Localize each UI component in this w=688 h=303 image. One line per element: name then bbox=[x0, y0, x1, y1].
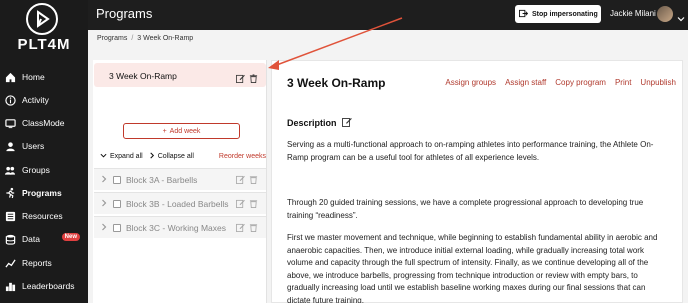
chevron-right-icon[interactable] bbox=[101, 199, 107, 209]
program-actions: Assign groups Assign staff Copy program … bbox=[445, 78, 676, 87]
runner-icon bbox=[4, 187, 16, 199]
sidebar-item-label: Programs bbox=[22, 188, 62, 198]
users-icon bbox=[4, 140, 16, 152]
collapse-all-button[interactable]: Collapse all bbox=[158, 153, 194, 160]
chevron-right-icon bbox=[149, 152, 158, 161]
stop-impersonating-label: Stop impersonating bbox=[532, 10, 598, 18]
outline-controls: Expand all Collapse all Reorder weeks bbox=[100, 152, 266, 161]
chevron-down-icon bbox=[100, 152, 110, 161]
top-bar: Programs Stop impersonating Jackie Milan… bbox=[88, 0, 688, 30]
sidebar-item-reports[interactable]: Reports bbox=[0, 252, 88, 274]
program-outline-panel: 3 Week On-Ramp + Add week Expand all Col… bbox=[93, 60, 267, 303]
new-badge: New bbox=[61, 233, 80, 241]
sidebar-item-label: Resources bbox=[22, 211, 63, 221]
info-icon bbox=[4, 94, 16, 106]
block-row[interactable]: Block 3C - Working Maxes bbox=[94, 216, 266, 238]
sidebar-item-label: Reports bbox=[22, 258, 52, 268]
sidebar-item-label: Leaderboards bbox=[22, 281, 75, 291]
sidebar-item-label: Users bbox=[22, 141, 45, 151]
main-content: Programs/3 Week On-Ramp 3 Week On-Ramp +… bbox=[88, 30, 688, 303]
sidebar-item-users[interactable]: Users bbox=[0, 135, 88, 157]
expand-all-button[interactable]: Expand all bbox=[110, 153, 143, 160]
home-icon bbox=[4, 71, 16, 83]
impersonate-icon bbox=[519, 9, 529, 20]
edit-icon[interactable] bbox=[341, 117, 352, 129]
leaderboards-icon bbox=[4, 280, 16, 292]
sidebar-item-label: Home bbox=[22, 72, 45, 82]
sidebar-item-groups[interactable]: Groups bbox=[0, 159, 88, 181]
chevron-right-icon[interactable] bbox=[101, 175, 107, 185]
avatar[interactable] bbox=[657, 6, 673, 22]
sidebar-item-label: Activity bbox=[22, 95, 49, 105]
assign-staff-link[interactable]: Assign staff bbox=[505, 78, 546, 87]
unpublish-link[interactable]: Unpublish bbox=[640, 78, 676, 87]
sidebar-item-label: ClassMode bbox=[22, 118, 65, 128]
edit-icon[interactable] bbox=[236, 223, 245, 234]
page-title: Programs bbox=[96, 6, 153, 21]
program-title: 3 Week On-Ramp bbox=[287, 76, 386, 90]
resources-icon bbox=[4, 210, 16, 222]
block-checkbox[interactable] bbox=[113, 175, 121, 184]
logo-text: PLT4M bbox=[17, 36, 71, 53]
add-week-button[interactable]: + Add week bbox=[123, 123, 240, 139]
assign-groups-link[interactable]: Assign groups bbox=[445, 78, 496, 87]
reports-icon bbox=[4, 257, 16, 269]
edit-icon[interactable] bbox=[236, 70, 245, 88]
description-label: Description bbox=[287, 118, 337, 128]
groups-icon bbox=[4, 164, 16, 176]
logo-icon[interactable] bbox=[26, 3, 58, 35]
block-label: Block 3C - Working Maxes bbox=[126, 222, 226, 233]
stop-impersonating-button[interactable]: Stop impersonating bbox=[515, 5, 601, 23]
database-icon bbox=[4, 233, 16, 245]
description-paragraph: First we master movement and technique, … bbox=[287, 233, 658, 303]
sidebar-item-resources[interactable]: Resources bbox=[0, 205, 88, 227]
sidebar-item-label: Groups bbox=[22, 165, 50, 175]
block-checkbox[interactable] bbox=[113, 223, 121, 232]
description-paragraph: Serving as a multi-functional approach t… bbox=[287, 140, 654, 162]
sidebar-item-programs[interactable]: Programs bbox=[0, 182, 88, 204]
trash-icon[interactable] bbox=[249, 199, 258, 210]
program-outline-header[interactable]: 3 Week On-Ramp bbox=[94, 63, 266, 87]
description-paragraph: Through 20 guided training sessions, we … bbox=[287, 198, 644, 220]
chevron-right-icon[interactable] bbox=[101, 223, 107, 233]
block-row[interactable]: Block 3B - Loaded Barbells bbox=[94, 192, 266, 214]
trash-icon[interactable] bbox=[249, 223, 258, 234]
classmode-icon bbox=[4, 117, 16, 129]
block-label: Block 3A - Barbells bbox=[126, 174, 198, 185]
edit-icon[interactable] bbox=[236, 175, 245, 186]
sidebar-item-home[interactable]: Home bbox=[0, 66, 88, 88]
sidebar-item-classmode[interactable]: ClassMode bbox=[0, 112, 88, 134]
sidebar-item-label: Data bbox=[22, 234, 40, 244]
trash-icon[interactable] bbox=[249, 175, 258, 186]
breadcrumb: Programs /3 Week On-Ramp bbox=[97, 35, 193, 42]
breadcrumb-root[interactable]: Programs bbox=[97, 35, 127, 42]
block-checkbox[interactable] bbox=[113, 199, 121, 208]
program-outline-title: 3 Week On-Ramp bbox=[109, 71, 177, 81]
sidebar-item-leaderboards[interactable]: Leaderboards bbox=[0, 275, 88, 297]
program-detail-panel: 3 Week On-Ramp Assign groups Assign staf… bbox=[271, 60, 683, 303]
sidebar: PLT4M Home Activity ClassMode Users Grou… bbox=[0, 0, 88, 303]
plus-icon: + bbox=[162, 127, 167, 135]
chevron-down-icon[interactable] bbox=[677, 10, 685, 22]
trash-icon[interactable] bbox=[249, 70, 258, 88]
block-label: Block 3B - Loaded Barbells bbox=[126, 198, 229, 209]
edit-icon[interactable] bbox=[236, 199, 245, 210]
description-heading: Description bbox=[287, 117, 352, 129]
breadcrumb-separator: / bbox=[131, 35, 134, 42]
add-week-label: Add week bbox=[169, 127, 201, 135]
copy-program-link[interactable]: Copy program bbox=[555, 78, 606, 87]
breadcrumb-current: 3 Week On-Ramp bbox=[137, 35, 194, 42]
print-link[interactable]: Print bbox=[615, 78, 631, 87]
reorder-weeks-button[interactable]: Reorder weeks bbox=[219, 153, 266, 160]
user-name[interactable]: Jackie Milani bbox=[610, 9, 656, 18]
sidebar-item-activity[interactable]: Activity bbox=[0, 89, 88, 111]
block-row[interactable]: Block 3A - Barbells bbox=[94, 168, 266, 190]
sidebar-item-data[interactable]: Data New bbox=[0, 228, 88, 250]
